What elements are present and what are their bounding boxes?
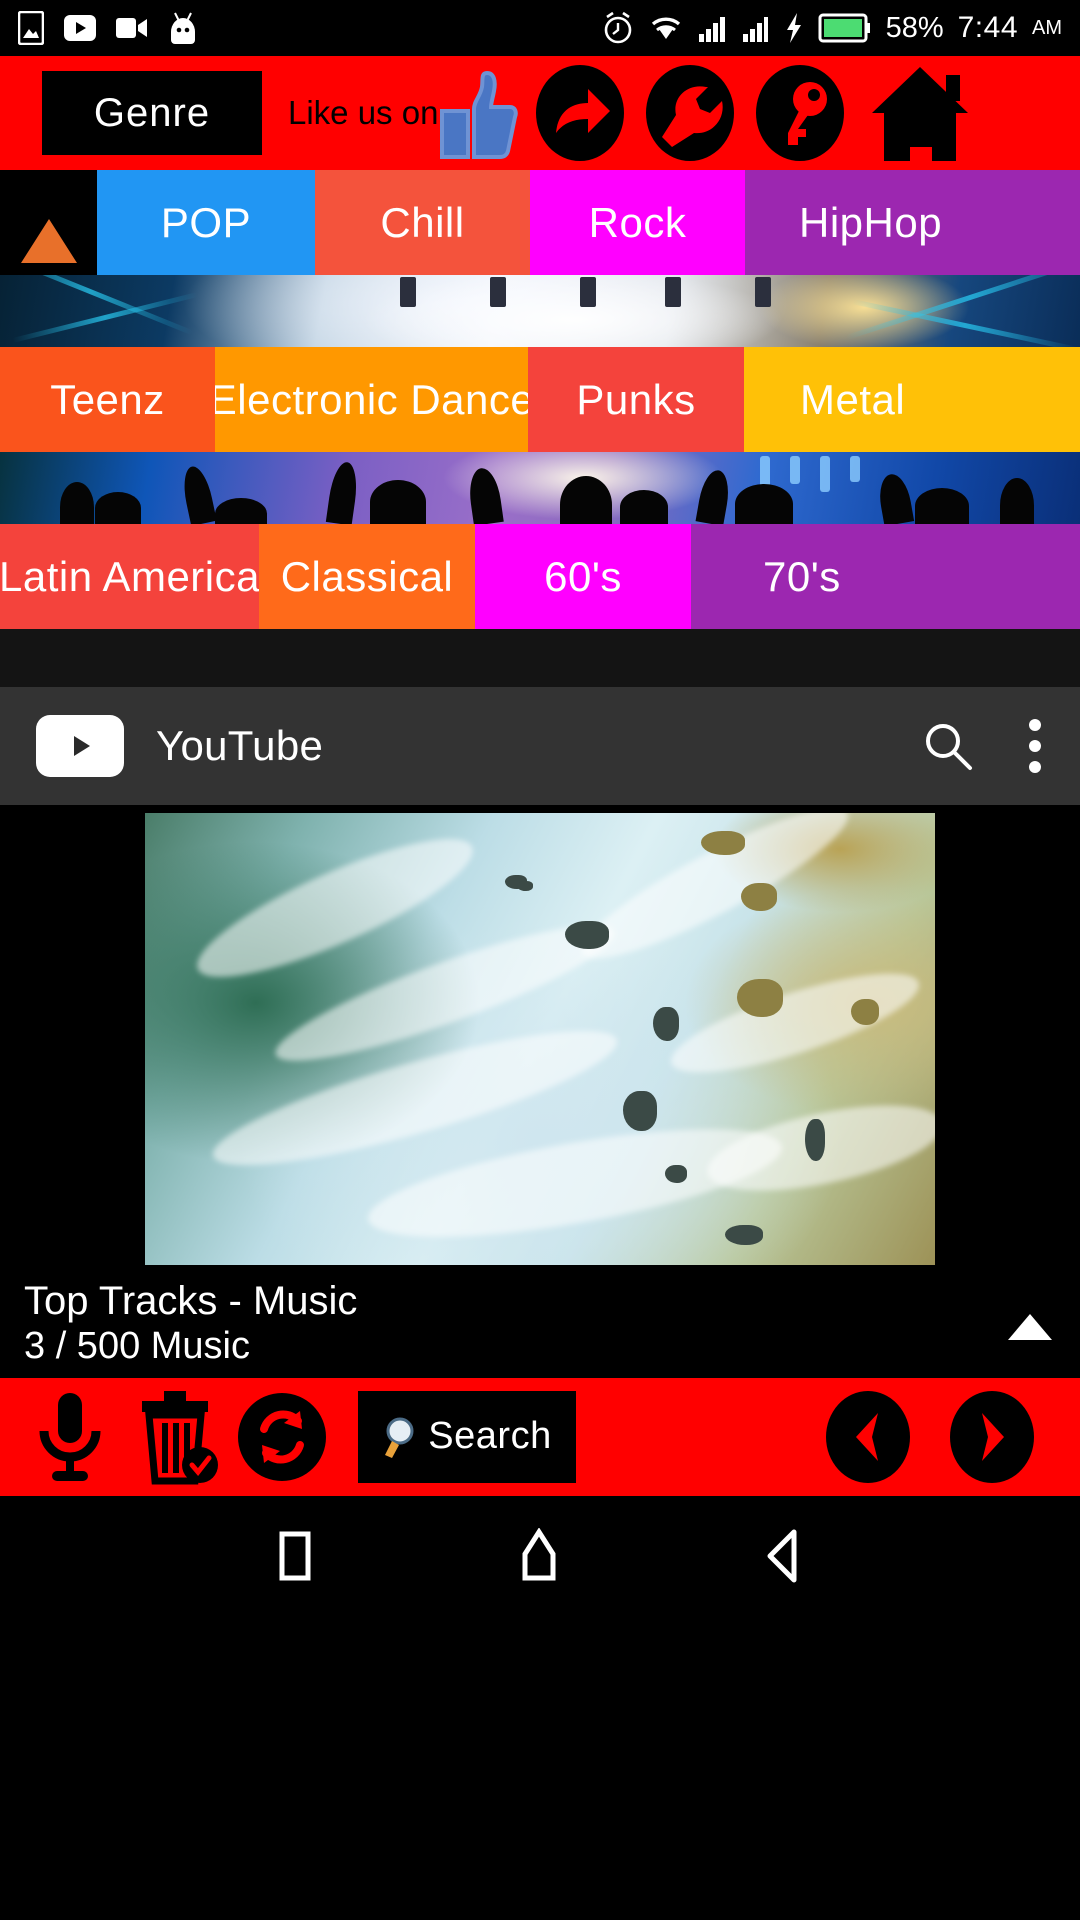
more-vertical-icon[interactable] bbox=[1026, 718, 1044, 774]
top-toolbar: Genre Like us on bbox=[0, 56, 1080, 170]
search-icon[interactable] bbox=[922, 720, 974, 772]
stage-photo-strip bbox=[0, 275, 1080, 347]
genre-cell-60s[interactable]: 60's bbox=[475, 524, 691, 629]
genre-button-label: Genre bbox=[93, 90, 211, 135]
genre-cell-metal[interactable]: Metal bbox=[744, 347, 1080, 452]
battery-icon bbox=[818, 13, 870, 43]
genre-label: Teenz bbox=[50, 375, 165, 423]
genre-label: POP bbox=[160, 198, 252, 246]
crowd-photo bbox=[0, 452, 1080, 524]
genre-button[interactable]: Genre bbox=[42, 71, 262, 155]
back-triangle-icon[interactable] bbox=[760, 1527, 808, 1585]
genre-label: Classical bbox=[280, 552, 454, 600]
search-magnifier-icon bbox=[385, 1417, 414, 1458]
track-title: Top Tracks - Music bbox=[24, 1279, 358, 1323]
track-counter: 3 / 500 Music bbox=[24, 1324, 250, 1367]
bottom-toolbar: Search bbox=[0, 1377, 1080, 1496]
playlist-nav-controls bbox=[820, 1389, 1058, 1485]
genre-row: Latin America Classical 60's 70's bbox=[0, 524, 1080, 629]
clock-ampm: AM bbox=[1032, 16, 1062, 39]
clock-time: 7:44 bbox=[957, 11, 1018, 44]
genre-label: Punks bbox=[576, 375, 696, 423]
home-icon[interactable] bbox=[864, 61, 976, 165]
chevron-right-icon[interactable] bbox=[944, 1389, 1040, 1485]
search-button-label: Search bbox=[428, 1415, 552, 1458]
up-triangle-icon[interactable] bbox=[1008, 1313, 1052, 1340]
android-robot-icon bbox=[171, 12, 195, 44]
youtube-brand-label: YouTube bbox=[156, 722, 324, 769]
wrench-icon[interactable] bbox=[642, 65, 738, 161]
genre-cell-rock[interactable]: Rock bbox=[530, 170, 745, 275]
youtube-play-icon bbox=[64, 15, 96, 41]
microphone-icon[interactable] bbox=[22, 1385, 118, 1489]
genre-cell-chill[interactable]: Chill bbox=[315, 170, 530, 275]
alarm-clock-icon bbox=[604, 11, 631, 44]
android-nav-bar bbox=[0, 1495, 1080, 1616]
genre-cell-70s[interactable]: 70's bbox=[691, 524, 1080, 629]
genre-cell-punks[interactable]: Punks bbox=[528, 347, 744, 452]
genre-cell-electronic-dance[interactable]: Electronic Dance bbox=[215, 347, 528, 452]
key-icon[interactable] bbox=[752, 65, 848, 161]
genre-row: POP Chill Rock HipHop bbox=[0, 170, 1080, 275]
status-right-icons: 58% 7:44 AM bbox=[602, 11, 1062, 45]
track-info: Top Tracks - Music 3 / 500 Music bbox=[0, 1265, 1080, 1378]
genre-cell-teenz[interactable]: Teenz bbox=[0, 347, 215, 452]
crowd-photo-strip bbox=[0, 452, 1080, 524]
youtube-play-icon bbox=[36, 715, 124, 777]
image-icon bbox=[18, 11, 44, 45]
stage-photo bbox=[0, 275, 1080, 347]
delete-confirm-icon[interactable] bbox=[128, 1385, 224, 1489]
genre-label: Latin America bbox=[0, 552, 259, 600]
genre-grid-bottom-spacer bbox=[0, 629, 1080, 687]
signal-2-icon bbox=[742, 17, 768, 42]
genre-label: Metal bbox=[800, 375, 906, 423]
status-bar: 58% 7:44 AM bbox=[0, 0, 1080, 56]
video-camera-icon bbox=[116, 18, 147, 38]
signal-1-icon bbox=[698, 17, 725, 42]
share-icon[interactable] bbox=[532, 65, 628, 161]
genre-cell-hiphop[interactable]: HipHop bbox=[745, 170, 1080, 275]
up-triangle-icon bbox=[20, 219, 77, 263]
search-button[interactable]: Search bbox=[358, 1390, 576, 1483]
youtube-player-bar: YouTube bbox=[0, 687, 1080, 805]
battery-percent: 58% bbox=[885, 11, 944, 44]
genre-row: Teenz Electronic Dance Punks Metal bbox=[0, 347, 1080, 452]
genre-label: Electronic Dance bbox=[215, 375, 528, 423]
charging-bolt-icon bbox=[786, 13, 801, 43]
genre-collapse-arrow[interactable] bbox=[0, 170, 97, 275]
chevron-left-icon[interactable] bbox=[820, 1389, 916, 1485]
genre-cell-pop[interactable]: POP bbox=[97, 170, 315, 275]
genre-label: 70's bbox=[763, 552, 841, 600]
home-pentagon-icon[interactable] bbox=[514, 1527, 564, 1584]
genre-label: Chill bbox=[380, 198, 465, 246]
genre-grid: POP Chill Rock HipHop Teenz Electronic D… bbox=[0, 170, 1080, 687]
video-thumbnail[interactable] bbox=[145, 813, 935, 1265]
genre-cell-latin-america[interactable]: Latin America bbox=[0, 524, 259, 629]
video-player-area bbox=[0, 805, 1080, 1265]
refresh-icon[interactable] bbox=[234, 1389, 330, 1485]
genre-label: HipHop bbox=[799, 198, 943, 246]
genre-label: 60's bbox=[544, 552, 622, 600]
genre-label: Rock bbox=[588, 198, 687, 246]
youtube-actions bbox=[922, 718, 1044, 774]
square-icon[interactable] bbox=[272, 1528, 318, 1584]
facebook-thumbs-up-icon[interactable] bbox=[440, 67, 519, 159]
genre-cell-classical[interactable]: Classical bbox=[259, 524, 475, 629]
wifi-icon bbox=[651, 17, 680, 39]
like-us-label: Like us on bbox=[288, 94, 439, 131]
status-left-icons bbox=[18, 10, 198, 46]
